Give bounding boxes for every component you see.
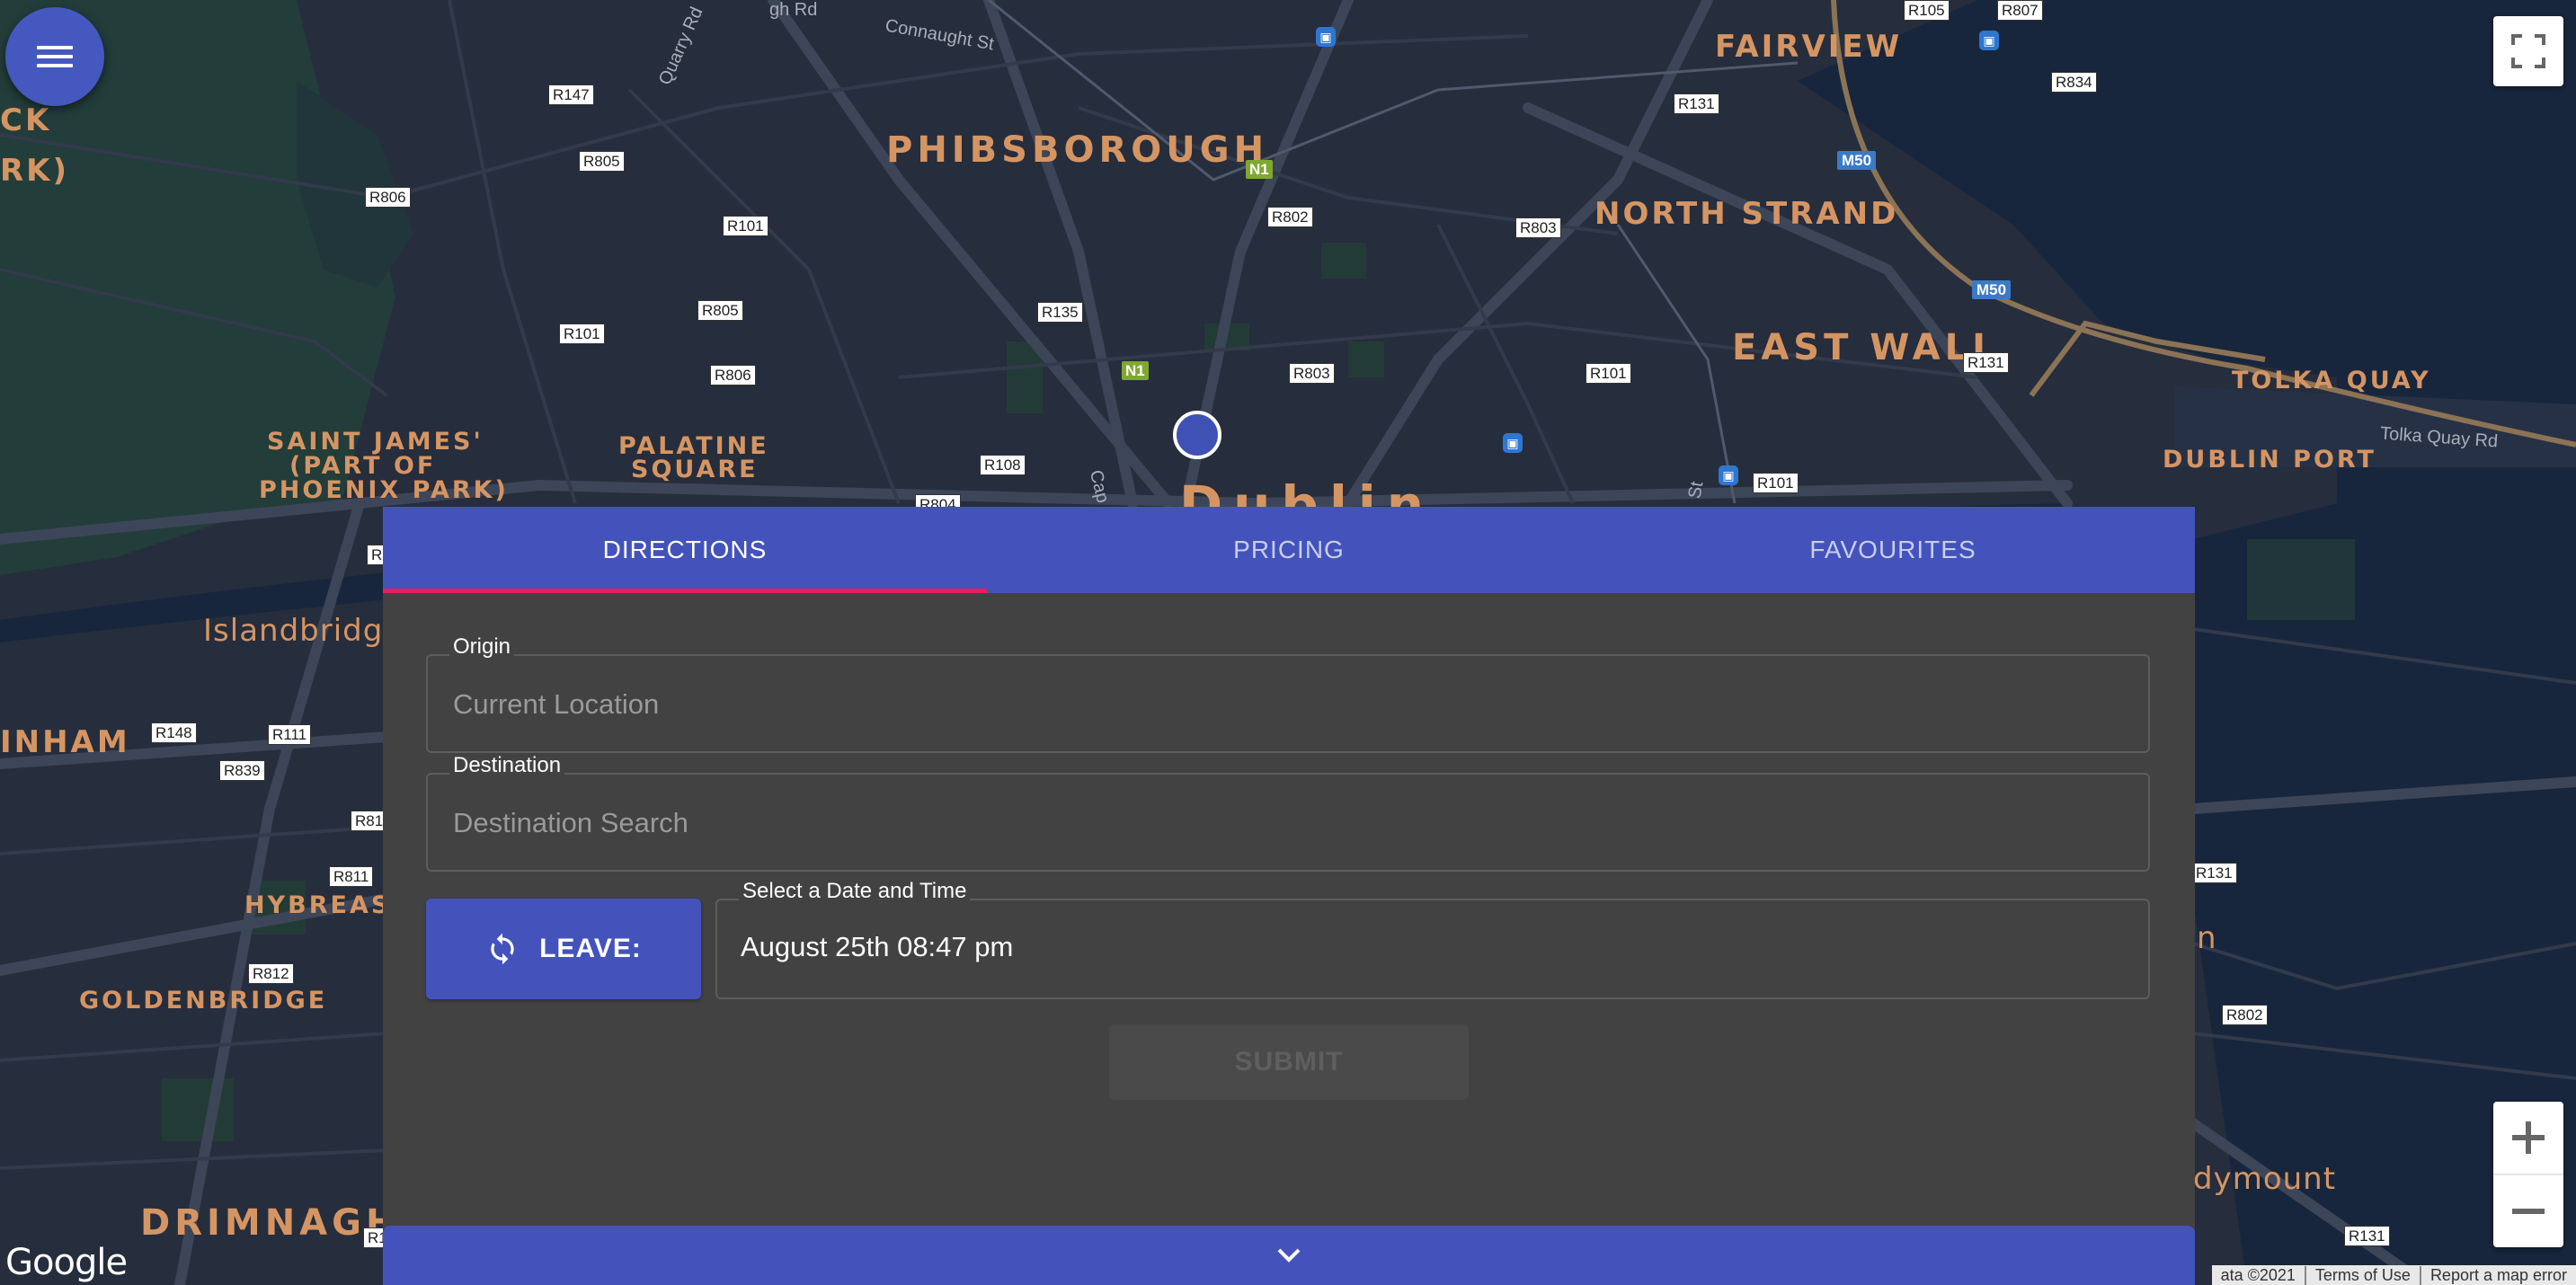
road-shield: R802 <box>2222 1005 2268 1025</box>
map-label-goldenbridge: GOLDENBRIDGE <box>79 987 328 1015</box>
national-road-shield: N1 <box>1122 361 1149 380</box>
road-shield: R811 <box>329 866 374 887</box>
map-label-n: n <box>2197 920 2217 956</box>
road-shield: R131 <box>1674 93 1719 114</box>
fullscreen-button[interactable] <box>2493 16 2563 86</box>
train-station-icon: ▣ <box>1316 27 1336 47</box>
menu-icon <box>37 46 73 67</box>
tab-pricing[interactable]: PRICING <box>987 507 1591 593</box>
road-shield: R147 <box>548 84 594 105</box>
plus-icon <box>2512 1121 2545 1154</box>
road-shield: R131 <box>1963 352 2009 373</box>
tab-directions[interactable]: DIRECTIONS <box>383 507 987 593</box>
attribution-report-link[interactable]: Report a map error <box>2419 1265 2576 1285</box>
map-label-saint-james-3: PHOENIX PARK) <box>259 476 509 504</box>
map-label-palatine-2: SQUARE <box>631 456 759 483</box>
train-station-icon: ▣ <box>1503 433 1523 453</box>
road-shield: R812 <box>248 963 294 984</box>
road-shield: R81 <box>351 811 388 831</box>
map-label-drimnagh: DRIMNAGH <box>140 1202 401 1244</box>
road-shield: R839 <box>219 760 265 781</box>
destination-label: Destination <box>449 753 565 778</box>
map-label-islandbridge: Islandbridge <box>203 613 404 649</box>
train-station-icon: ▣ <box>1979 31 1999 50</box>
road-shield: R101 <box>723 216 768 236</box>
datetime-label: Select a Date and Time <box>739 879 971 904</box>
zoom-controls <box>2493 1102 2563 1247</box>
menu-button[interactable] <box>5 7 104 106</box>
directions-panel: DIRECTIONS PRICING FAVOURITES Origin Des… <box>383 507 2195 1285</box>
minus-icon <box>2512 1209 2545 1214</box>
road-shield: R803 <box>1515 217 1561 238</box>
map-label-dublin-port: DUBLIN PORT <box>2163 446 2376 474</box>
road-shield: R101 <box>559 323 605 344</box>
origin-input[interactable] <box>451 681 2118 728</box>
google-logo: Google <box>5 1242 128 1283</box>
road-shield: R108 <box>980 455 1026 475</box>
destination-input[interactable] <box>451 800 2118 846</box>
chevron-down-icon <box>1277 1248 1301 1263</box>
road-shield: R131 <box>2344 1226 2390 1246</box>
tab-favourites[interactable]: FAVOURITES <box>1591 507 2195 593</box>
road-shield: R805 <box>579 151 625 172</box>
zoom-out-button[interactable] <box>2493 1175 2563 1247</box>
origin-field: Origin <box>426 634 2150 753</box>
datetime-value: August 25th 08:47 pm <box>741 931 1014 962</box>
origin-label: Origin <box>449 634 515 660</box>
destination-field: Destination <box>426 753 2150 872</box>
road-shield: R805 <box>697 300 743 321</box>
road-shield: R807 <box>1997 0 2043 21</box>
road-shield: R135 <box>1037 302 1083 323</box>
national-road-shield: N1 <box>1246 160 1273 179</box>
road-shield: R101 <box>1586 363 1631 384</box>
map-label-inham: INHAM <box>0 724 130 760</box>
submit-button[interactable]: SUBMIT <box>1109 1024 1469 1100</box>
map-label-east-wall: EAST WALL <box>1732 327 2000 368</box>
map-label-ck: CK <box>0 102 52 138</box>
map-label-fairview: FAIRVIEW <box>1715 29 1903 65</box>
attribution-terms-link[interactable]: Terms of Use <box>2304 1265 2420 1285</box>
sync-icon <box>491 933 514 965</box>
road-shield: R802 <box>1267 207 1313 227</box>
datetime-field[interactable]: Select a Date and Time August 25th 08:47… <box>715 879 2150 999</box>
street-label-gh-rd: gh Rd <box>769 0 818 20</box>
attribution-map-data: ata ©2021 <box>2220 1265 2296 1284</box>
train-station-icon: ▣ <box>1719 465 1738 485</box>
leave-toggle-button[interactable]: LEAVE: <box>426 899 701 999</box>
leave-label: LEAVE: <box>539 934 642 963</box>
road-shield: R803 <box>1289 363 1335 384</box>
motorway-shield: M50 <box>1837 151 1877 170</box>
motorway-shield: M50 <box>1972 280 2012 299</box>
road-shield: R131 <box>2191 863 2237 883</box>
road-shield: R806 <box>710 365 756 386</box>
road-shield: R101 <box>1753 473 1799 493</box>
road-shield: R148 <box>151 722 197 743</box>
map-label-north-strand: NORTH STRAND <box>1594 196 1899 232</box>
map-attribution: ata ©2021 Terms of Use Report a map erro… <box>2211 1265 2576 1285</box>
zoom-in-button[interactable] <box>2493 1102 2563 1175</box>
map-label-phibsborough: PHIBSBOROUGH <box>886 129 1269 171</box>
map-label-tolka-quay: TOLKA QUAY <box>2232 367 2431 394</box>
tab-bar: DIRECTIONS PRICING FAVOURITES <box>383 507 2195 593</box>
road-shield: R806 <box>365 187 411 208</box>
map-label-dymount: dymount <box>2193 1161 2337 1197</box>
map-label-rk: RK) <box>0 153 70 189</box>
collapse-panel-bar[interactable] <box>383 1226 2195 1285</box>
fullscreen-icon <box>2511 34 2545 68</box>
current-location-marker[interactable] <box>1173 411 1221 459</box>
street-label-st: St <box>1684 480 1708 501</box>
road-shield: R111 <box>268 724 312 745</box>
road-shield: R834 <box>2051 72 2097 93</box>
road-shield: R105 <box>1904 0 1950 21</box>
